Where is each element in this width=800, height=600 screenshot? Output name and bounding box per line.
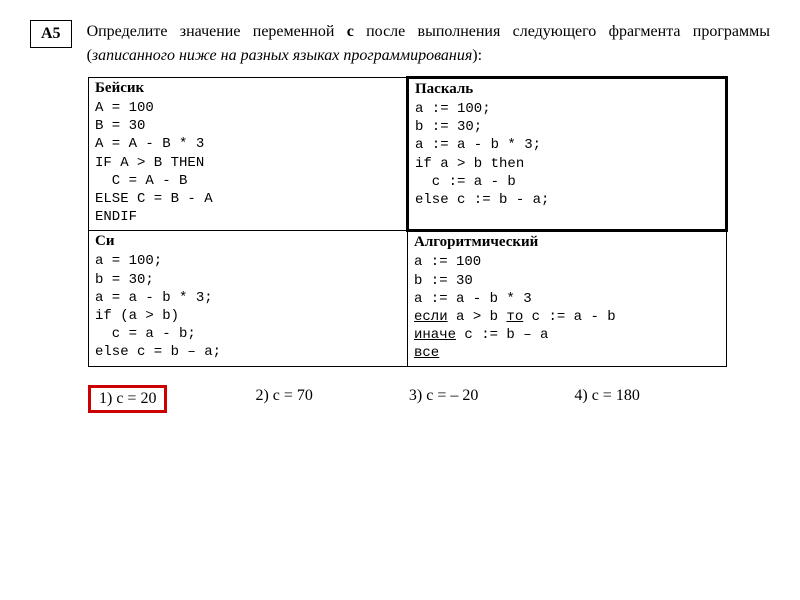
cell-c: Си a = 100; b = 30; a = a - b * 3; if (a… (89, 231, 408, 367)
alg-end: все (414, 345, 439, 361)
cell-basic-title: Бейсик (89, 78, 406, 99)
answer-3: 3) c = – 20 (401, 385, 486, 413)
answer-options: 1) c = 20 2) c = 70 3) c = – 20 4) c = 1… (88, 385, 770, 413)
answer-1: 1) c = 20 (88, 385, 167, 413)
question-text: Определите значение переменной с после в… (87, 20, 770, 68)
question-label: A5 (30, 20, 72, 48)
cell-basic: Бейсик A = 100 B = 30 A = A - B * 3 IF A… (89, 78, 408, 231)
cell-pascal: Паскаль a := 100; b := 30; a := a - b * … (408, 78, 727, 231)
question-header: A5 Определите значение переменной с посл… (30, 20, 770, 68)
alg-else: иначе (414, 327, 456, 343)
q-text-italic: записанного ниже на разных языках програ… (92, 47, 472, 64)
cell-alg-code: a := 100 b := 30 a := a - b * 3 если a >… (408, 253, 726, 366)
q-text-end: ): (472, 47, 482, 64)
answer-4: 4) c = 180 (566, 385, 647, 413)
cell-c-title: Си (89, 231, 407, 252)
alg-if: если (414, 309, 448, 325)
cell-alg-title: Алгоритмический (408, 232, 726, 253)
cell-pascal-title: Паскаль (409, 79, 725, 100)
cell-basic-code: A = 100 B = 30 A = A - B * 3 IF A > B TH… (89, 99, 406, 230)
alg-then-body: c := a - b (523, 309, 615, 325)
code-languages-table: Бейсик A = 100 B = 30 A = A - B * 3 IF A… (88, 76, 728, 367)
cell-alg: Алгоритмический a := 100 b := 30 a := a … (408, 231, 727, 367)
alg-line3: a := a - b * 3 (414, 291, 532, 307)
cell-c-code: a = 100; b = 30; a = a - b * 3; if (a > … (89, 252, 407, 365)
alg-line2: b := 30 (414, 273, 473, 289)
answer-2: 2) c = 70 (247, 385, 320, 413)
cell-pascal-code: a := 100; b := 30; a := a - b * 3; if a … (409, 100, 725, 213)
q-text-part1: Определите значение переменной (87, 23, 347, 40)
q-var: с (347, 23, 354, 40)
alg-else-body: c := b – a (456, 327, 548, 343)
alg-line1: a := 100 (414, 254, 481, 270)
alg-if-cond: a > b (448, 309, 507, 325)
alg-then: то (506, 309, 523, 325)
